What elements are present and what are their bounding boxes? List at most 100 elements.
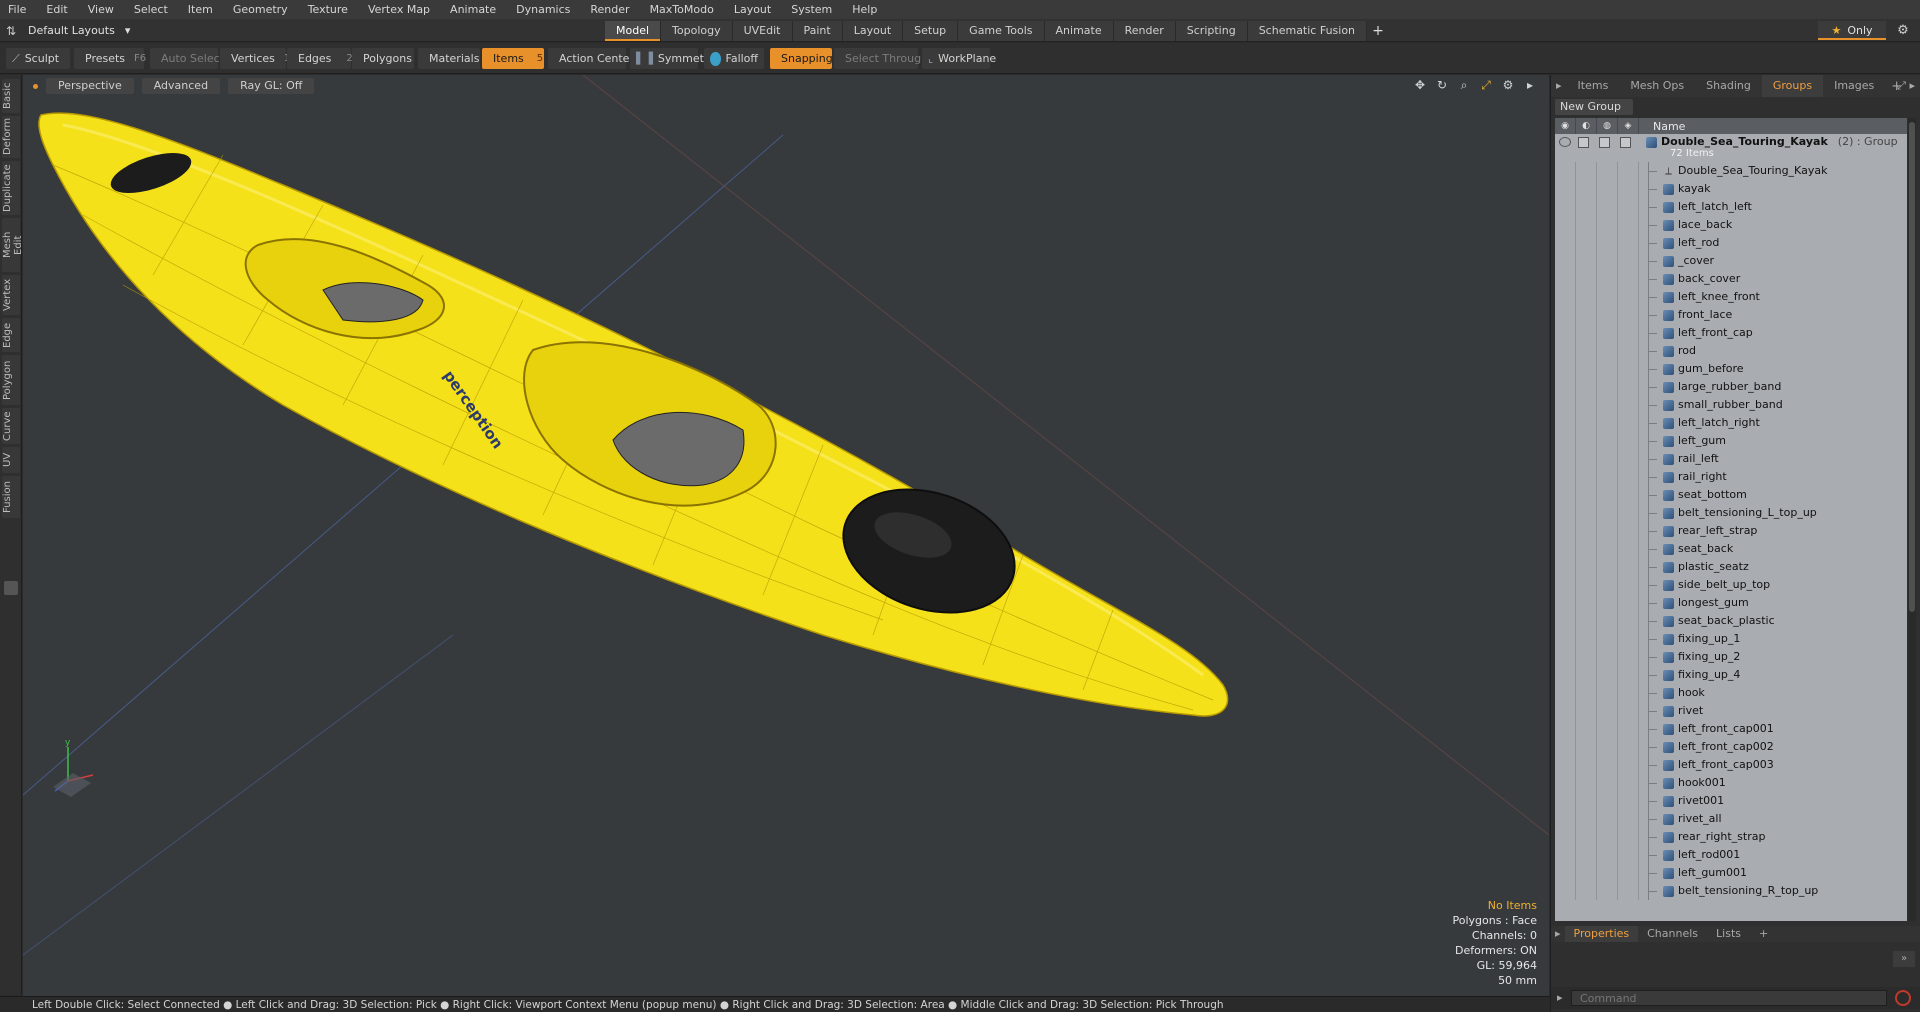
toggle-cell[interactable] <box>1555 756 1576 774</box>
toggle-cell[interactable] <box>1618 414 1639 432</box>
tab-setup[interactable]: Setup <box>903 21 959 41</box>
toggle-cell[interactable] <box>1618 864 1639 882</box>
list-item[interactable]: left_gum <box>1555 432 1907 450</box>
command-history-icon[interactable]: ▸ <box>1557 991 1563 1004</box>
polygons-button[interactable]: Polygons <box>352 48 414 69</box>
menu-vertex-map[interactable]: Vertex Map <box>358 0 440 19</box>
toggle-cell[interactable] <box>1576 684 1597 702</box>
toggle-cell[interactable] <box>1597 738 1618 756</box>
toggle-cell[interactable] <box>1576 288 1597 306</box>
tab-layout[interactable]: Layout <box>842 21 904 41</box>
toggle-cell[interactable] <box>1555 162 1576 180</box>
list-item[interactable]: left_latch_left <box>1555 198 1907 216</box>
list-item[interactable]: fixing_up_1 <box>1555 630 1907 648</box>
toggle-cell[interactable] <box>1597 882 1618 900</box>
list-item[interactable]: hook <box>1555 684 1907 702</box>
toggle-cell[interactable] <box>1555 270 1576 288</box>
tab-topology[interactable]: Topology <box>661 21 733 41</box>
action-center-button[interactable]: Action Center <box>548 48 634 69</box>
toggle-cell[interactable] <box>1618 252 1639 270</box>
workplane-button[interactable]: ⌞ WorkPlane <box>922 48 996 69</box>
tab-shading[interactable]: Shading <box>1695 75 1762 97</box>
tab-game-tools[interactable]: Game Tools <box>958 21 1045 41</box>
list-item[interactable]: longest_gum <box>1555 594 1907 612</box>
toggle-cell[interactable] <box>1576 648 1597 666</box>
menu-layout[interactable]: Layout <box>724 0 781 19</box>
list-item[interactable]: rear_left_strap <box>1555 522 1907 540</box>
menu-geometry[interactable]: Geometry <box>223 0 298 19</box>
toggle-cell[interactable] <box>1576 738 1597 756</box>
toggle-cell[interactable] <box>1618 162 1639 180</box>
toggle-cell[interactable] <box>1555 432 1576 450</box>
render-toggle[interactable] <box>1578 137 1589 148</box>
list-item[interactable]: left_front_cap001 <box>1555 720 1907 738</box>
list-item[interactable]: belt_tensioning_R_top_up <box>1555 882 1907 900</box>
tab-schematic-fusion[interactable]: Schematic Fusion <box>1247 21 1368 41</box>
toggle-cell[interactable] <box>1618 738 1639 756</box>
list-item[interactable]: front_lace <box>1555 306 1907 324</box>
toggle-cell[interactable] <box>1576 792 1597 810</box>
name-column-header[interactable]: Name <box>1639 120 1685 133</box>
toggle-cell[interactable] <box>1597 558 1618 576</box>
menu-maxtomodo[interactable]: MaxToModo <box>640 0 724 19</box>
toggle-cell[interactable] <box>1597 468 1618 486</box>
toggle-cell[interactable] <box>1555 360 1576 378</box>
toggle-cell[interactable] <box>1555 630 1576 648</box>
vtab-vertex[interactable]: Vertex <box>2 275 20 315</box>
vtab-deform[interactable]: Deform <box>2 116 20 158</box>
toggle-cell[interactable] <box>1555 522 1576 540</box>
toggle-cell[interactable] <box>1555 612 1576 630</box>
list-item[interactable]: hook001 <box>1555 774 1907 792</box>
menu-edit[interactable]: Edit <box>36 0 77 19</box>
list-item[interactable]: side_belt_up_top <box>1555 576 1907 594</box>
toggle-cell[interactable] <box>1597 576 1618 594</box>
menu-item[interactable]: Item <box>178 0 223 19</box>
add-tab-button[interactable]: + <box>1367 21 1389 41</box>
vtab-duplicate[interactable]: Duplicate <box>2 161 20 215</box>
vtab-mesh-edit[interactable]: Mesh Edit <box>2 218 24 272</box>
toggle-cell[interactable] <box>1555 180 1576 198</box>
toggle-cell[interactable] <box>1555 414 1576 432</box>
toggle-cell[interactable] <box>1597 828 1618 846</box>
pan-icon[interactable]: ✥ <box>1413 78 1427 92</box>
rotate-icon[interactable]: ↻ <box>1435 78 1449 92</box>
toggle-cell[interactable] <box>1618 684 1639 702</box>
toggle-cell[interactable] <box>1618 234 1639 252</box>
layout-menu-icon[interactable]: ⇅ <box>4 24 18 38</box>
vtab-basic[interactable]: Basic <box>2 79 20 113</box>
list-item[interactable]: left_gum001 <box>1555 864 1907 882</box>
toggle-cell[interactable] <box>1618 396 1639 414</box>
items-button[interactable]: Items 5 <box>482 48 544 69</box>
toggle-cell[interactable] <box>1597 774 1618 792</box>
list-item[interactable]: rivet <box>1555 702 1907 720</box>
toggle-cell[interactable] <box>1576 378 1597 396</box>
list-item[interactable]: left_front_cap <box>1555 324 1907 342</box>
toggle-cell[interactable] <box>1597 288 1618 306</box>
toggle-cell[interactable] <box>1576 864 1597 882</box>
auto-select-button[interactable]: Auto Select <box>150 48 224 69</box>
list-item[interactable]: back_cover <box>1555 270 1907 288</box>
kayak-model[interactable]: perception <box>38 112 1229 717</box>
tab-render[interactable]: Render <box>1113 21 1176 41</box>
view-type-button[interactable]: Perspective <box>46 78 134 94</box>
toggle-cell[interactable] <box>1576 558 1597 576</box>
list-item[interactable]: small_rubber_band <box>1555 396 1907 414</box>
vtab-fusion[interactable]: Fusion <box>2 476 20 518</box>
toggle-cell[interactable] <box>1555 828 1576 846</box>
tab-groups[interactable]: Groups <box>1761 75 1824 97</box>
render-column-icon[interactable]: ◐ <box>1576 118 1597 134</box>
toggle-cell[interactable] <box>1555 198 1576 216</box>
toggle-cell[interactable] <box>1597 720 1618 738</box>
toggle-cell[interactable] <box>1555 324 1576 342</box>
lock-toggle[interactable] <box>1599 137 1610 148</box>
toggle-cell[interactable] <box>1618 828 1639 846</box>
toggle-cell[interactable] <box>1597 360 1618 378</box>
toggle-cell[interactable] <box>1576 324 1597 342</box>
list-item[interactable]: left_front_cap003 <box>1555 756 1907 774</box>
toggle-cell[interactable] <box>1597 396 1618 414</box>
toggle-cell[interactable] <box>1576 594 1597 612</box>
stop-icon[interactable] <box>1895 990 1911 1006</box>
toggle-cell[interactable] <box>1618 288 1639 306</box>
toggle-cell[interactable] <box>1597 666 1618 684</box>
toggle-cell[interactable] <box>1597 270 1618 288</box>
